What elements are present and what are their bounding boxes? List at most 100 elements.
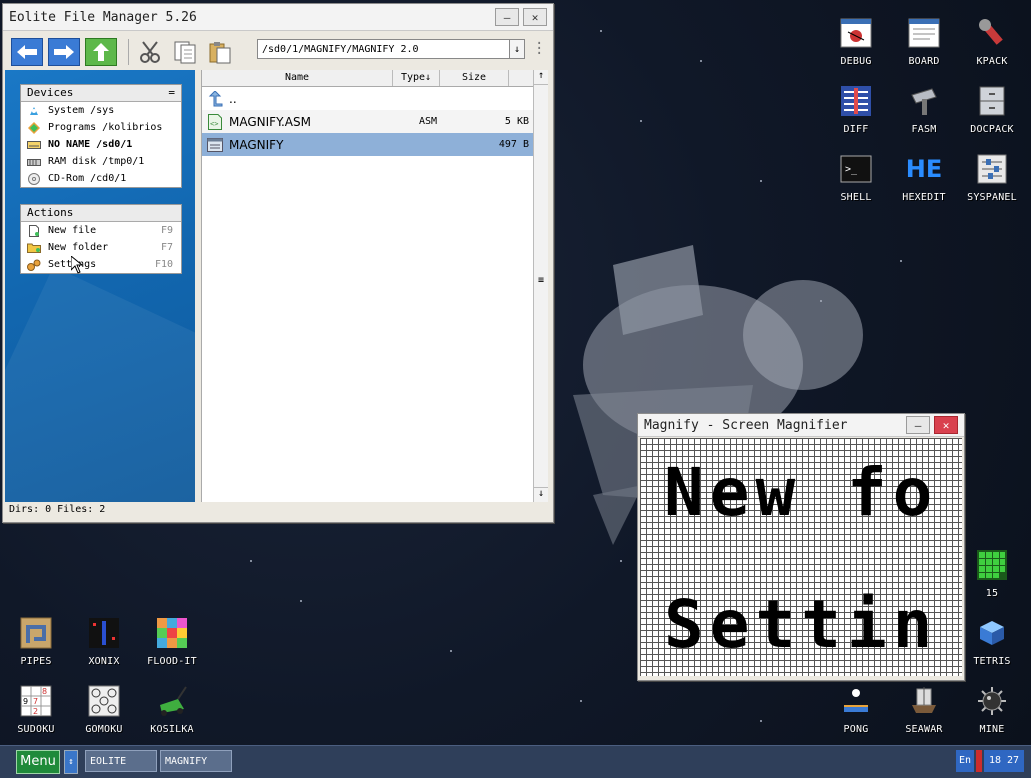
copy-icon [174,41,196,64]
device-label: System /sys [48,105,115,116]
desktop-icon-15[interactable]: 15 [960,548,1024,599]
cabinet-icon [979,86,1005,116]
device-item-sd[interactable]: NO NAME /sd0/1 [21,136,181,153]
devices-box: Devices = System /sys Programs /kolibrio… [20,84,182,188]
desktop-icon-label: SYSPANEL [967,192,1017,203]
clock[interactable]: 18 27 [984,750,1024,772]
desktop-icon-debug[interactable]: DEBUG [824,16,888,67]
svg-text:9: 9 [23,697,28,706]
path-history-button[interactable]: ↓ [509,39,525,59]
device-label: CD-Rom /cd0/1 [48,173,127,184]
desktop-icon-label: HEXEDIT [902,192,946,203]
file-row-magnify-asm[interactable]: <> MAGNIFY.ASM ASM 5 KB [202,110,548,133]
action-settings[interactable]: Settings F10 [21,256,181,273]
forward-button[interactable] [48,38,80,66]
desktop-icon-seawar[interactable]: SEAWAR [892,684,956,735]
device-item-programs[interactable]: Programs /kolibrios [21,119,181,136]
desktop-icon-diff[interactable]: DIFF [824,84,888,135]
column-type[interactable]: Type↓ [393,70,440,86]
board-icon [908,18,940,48]
desktop-icon-docpack[interactable]: DOCPACK [960,84,1024,135]
action-label: New folder [48,242,109,253]
close-button[interactable]: ✕ [934,416,958,434]
scroll-down-icon[interactable]: ↓ [534,487,548,502]
paste-button[interactable] [205,39,235,65]
cut-button[interactable] [135,39,165,65]
desktop-icon-flood-it[interactable]: FLOOD-IT [140,616,204,667]
desktop-icon-gomoku[interactable]: GOMOKU [72,684,136,735]
desktop-icon-mine[interactable]: MINE [960,684,1024,735]
left-panel: Devices = System /sys Programs /kolibrio… [5,70,195,502]
arrow-right-icon [54,45,74,59]
desktop-icon-board[interactable]: BOARD [892,16,956,67]
device-item-cdrom[interactable]: CD-Rom /cd0/1 [21,170,181,187]
window-title: Eolite File Manager 5.26 [9,9,197,25]
arrow-up-icon [93,43,109,61]
desktop-icon-pipes[interactable]: PIPES [4,616,68,667]
desktop-icon-fasm[interactable]: FASM [892,84,956,135]
copy-button[interactable] [170,39,200,65]
action-new-folder[interactable]: New folder F7 [21,239,181,256]
up-button[interactable] [85,38,117,66]
minimize-button[interactable]: — [495,8,519,26]
desktop-icon-label: KOSILKA [150,724,194,735]
magnified-text-line1: New fo [664,454,939,531]
arrow-left-icon [17,45,37,59]
new-folder-icon [27,242,41,254]
file-row-magnify[interactable]: MAGNIFY 497 B [202,133,548,156]
device-item-system[interactable]: System /sys [21,102,181,119]
desktop-icon-kosilka[interactable]: KOSILKA [140,684,204,735]
scroll-up-icon[interactable]: ↑ [534,70,548,85]
desktop-icon-label: SHELL [840,192,872,203]
mine-icon [978,687,1006,715]
keyboard-layout[interactable]: En [956,750,974,772]
devices-collapse-button[interactable]: = [168,85,175,101]
task-eolite[interactable]: EOLITE [85,750,157,772]
devices-header: Devices = [21,85,181,102]
drive-icon [27,139,41,151]
xonix-icon [89,618,119,648]
desktop-icon-syspanel[interactable]: SYSPANEL [960,152,1024,203]
close-button[interactable]: ✕ [523,8,547,26]
back-button[interactable] [11,38,43,66]
bug-icon [840,18,872,48]
system-icon [27,105,41,117]
file-list-header: Name Type↓ Size [202,70,548,87]
hammer-icon [911,88,937,115]
file-manager-window: Eolite File Manager 5.26 — ✕ /sd0/1/MAGN… [2,3,554,523]
menu-button[interactable]: Menu [16,750,60,774]
action-label: New file [48,225,97,236]
column-size[interactable]: Size [440,70,509,86]
path-field[interactable]: /sd0/1/MAGNIFY/MAGNIFY 2.0 [257,39,517,59]
desktop-icon-kpack[interactable]: KPACK [960,16,1024,67]
task-switch-icon[interactable]: ↕ [64,750,78,774]
desktop-icon-pong[interactable]: PONG [824,684,888,735]
task-magnify[interactable]: MAGNIFY [160,750,232,772]
window-title: Magnify - Screen Magnifier [644,417,848,433]
file-list-scrollbar[interactable]: ↑ ≡ ↓ [533,70,548,502]
wrench-icon [979,19,1003,45]
column-name[interactable]: Name [202,70,393,86]
device-label: NO NAME /sd0/1 [48,139,133,150]
tetris-icon [980,621,1004,645]
file-row-parent[interactable]: .. [202,87,548,110]
desktop-icon-hexedit[interactable]: HE HEXEDIT [892,152,956,203]
action-new-file[interactable]: New file F9 [21,222,181,239]
minimize-button[interactable]: — [906,416,930,434]
magnified-text-line2: Settin [664,586,939,663]
scroll-thumb-icon[interactable]: ≡ [534,275,548,286]
desktop-icon-label: MINE [979,724,1005,735]
diff-icon [841,86,871,116]
magnifier-titlebar[interactable]: Magnify - Screen Magnifier — ✕ [638,414,964,437]
desktop-icon-xonix[interactable]: XONIX [72,616,136,667]
shortcut-key: F10 [154,259,173,270]
more-menu-icon[interactable]: · · · [535,37,543,61]
file-manager-titlebar[interactable]: Eolite File Manager 5.26 — ✕ [3,4,553,31]
shortcut-key: F9 [160,225,173,236]
desktop-icon-label: TETRIS [973,656,1011,667]
device-item-ramdisk[interactable]: RAM disk /tmp0/1 [21,153,181,170]
desktop-icon-tetris[interactable]: TETRIS [960,616,1024,667]
desktop-icon-sudoku[interactable]: 8 972 SUDOKU [4,684,68,735]
desktop-icon-label: FASM [911,124,937,135]
desktop-icon-shell[interactable]: >_ SHELL [824,152,888,203]
